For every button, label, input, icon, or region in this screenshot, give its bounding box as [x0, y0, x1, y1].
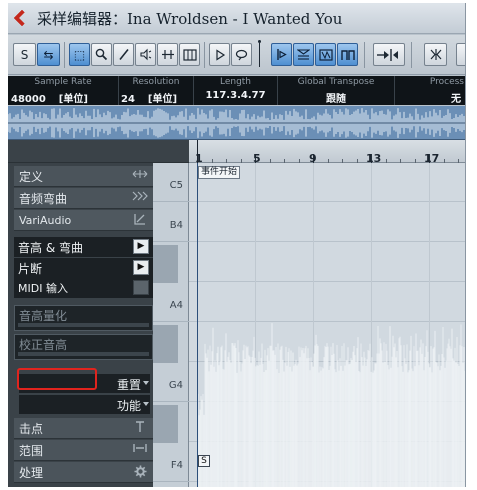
- segments-item[interactable]: 片断 ▶: [14, 258, 153, 278]
- definition-arrows-icon: [131, 169, 149, 183]
- event-start-marker[interactable]: 事件开始: [198, 166, 241, 179]
- resolution-unit: [单位]: [147, 94, 178, 105]
- toolbar-divider: [204, 42, 205, 68]
- show-events-button[interactable]: [315, 43, 336, 66]
- inspector-hitpoints-section[interactable]: 击点: [14, 418, 153, 439]
- more-tools-button[interactable]: [456, 43, 465, 66]
- note-label: G4: [168, 380, 183, 391]
- audio-waveform: [197, 323, 465, 487]
- snap-zero-icon: [276, 49, 287, 60]
- edit-position-button[interactable]: [424, 43, 447, 66]
- note-label: A4: [169, 300, 183, 311]
- grid-view-icon: [182, 48, 197, 61]
- sample-rate-value: 48000: [11, 94, 46, 105]
- loop-icon: [235, 49, 248, 60]
- region-icon: [297, 49, 310, 60]
- inspector-process-section[interactable]: 处理: [14, 462, 153, 483]
- toolbar-divider: [364, 42, 365, 68]
- pencil-icon: [118, 49, 129, 60]
- warp-chevrons-icon: [131, 191, 149, 205]
- zoom-icon: [95, 48, 108, 61]
- sample-editor-window: 采样编辑器：Ina Wroldsen - I Wanted You S ⇆ ⬚: [8, 3, 466, 487]
- note-label: C5: [169, 180, 183, 191]
- gear-icon: [131, 465, 149, 479]
- sample-rate-unit: [单位]: [58, 94, 88, 105]
- play-icon: [215, 48, 225, 61]
- range-select-tool[interactable]: ⬚: [69, 43, 90, 66]
- midi-input-toggle[interactable]: [133, 280, 149, 295]
- marker-icon: [340, 49, 355, 60]
- window-title: 采样编辑器：Ina Wroldsen - I Wanted You: [37, 9, 343, 28]
- auto-scroll-button[interactable]: [373, 43, 405, 66]
- inspector-range-section[interactable]: 范围: [14, 440, 153, 461]
- length-value: 117.3.4.77: [205, 90, 266, 101]
- loop-button[interactable]: [231, 43, 252, 66]
- overview-wave-graphic: [8, 108, 465, 138]
- variaudio-pitch-icon: [131, 213, 149, 227]
- inspector-definition-section[interactable]: 定义: [14, 166, 153, 187]
- toolbar-divider: [64, 42, 65, 68]
- cubase-logo-icon: [13, 9, 31, 27]
- listen-button[interactable]: ⇆: [37, 43, 60, 66]
- resolution-value: 24: [121, 94, 135, 105]
- hitpoint-icon: [131, 421, 149, 435]
- segments-play-icon[interactable]: ▶: [133, 260, 149, 275]
- pitch-keyboard[interactable]: C5 B4 A4 G4 F4: [153, 163, 189, 487]
- keyboard-dark-band: [153, 325, 178, 363]
- straighten-pitch-panel[interactable]: 校正音高: [14, 334, 153, 360]
- keyboard-dark-band: [153, 405, 178, 443]
- ruler-spacer: [8, 140, 189, 163]
- play-tool[interactable]: [135, 43, 156, 66]
- auto-scroll-icon: [377, 48, 398, 61]
- play-button[interactable]: [209, 43, 230, 66]
- zoom-tool[interactable]: [91, 43, 112, 66]
- sustain-marker[interactable]: S: [198, 455, 210, 467]
- functions-menu[interactable]: 功能: [19, 395, 150, 415]
- events-icon: [318, 48, 333, 61]
- edit-position-icon: [430, 49, 441, 60]
- quantize-pitch-slider[interactable]: [18, 323, 149, 327]
- straighten-pitch-slider[interactable]: [18, 352, 149, 356]
- toolbar-divider: [411, 42, 412, 68]
- note-label: F4: [170, 460, 183, 471]
- speaker-icon: [140, 48, 152, 61]
- resolution-cell[interactable]: Resolution 24 [单位]: [119, 76, 194, 105]
- inspector-variaudio-section[interactable]: VariAudio: [14, 210, 153, 231]
- note-label: B4: [169, 220, 183, 231]
- title-bar: 采样编辑器：Ina Wroldsen - I Wanted You: [8, 3, 465, 34]
- event-start-line: [197, 163, 198, 487]
- quantize-pitch-panel[interactable]: 音高量化: [14, 305, 153, 331]
- pitch-warp-item[interactable]: 音高 & 弯曲 ▶: [14, 237, 153, 257]
- event-display[interactable]: 事件开始 S: [189, 163, 465, 487]
- process-cell[interactable]: Process 无: [395, 76, 465, 105]
- snap-zero-button[interactable]: [271, 43, 292, 66]
- keyboard-dark-band: [153, 245, 178, 283]
- view-tool[interactable]: [179, 43, 200, 66]
- length-cell[interactable]: Length 117.3.4.77: [194, 76, 278, 105]
- pitch-warp-play-icon[interactable]: ▶: [133, 239, 149, 254]
- overview-waveform[interactable]: [8, 106, 465, 140]
- process-value: 无: [451, 94, 461, 105]
- midi-input-item[interactable]: MIDI 输入: [14, 278, 153, 298]
- scrub-tool[interactable]: [157, 43, 178, 66]
- reset-dropdown-icon: [143, 381, 149, 385]
- marker-button[interactable]: [337, 43, 358, 66]
- global-transpose-cell[interactable]: Global Transpose 跟随: [278, 76, 395, 105]
- sample-rate-cell[interactable]: Sample Rate 48000 [单位]: [8, 76, 119, 105]
- pencil-tool[interactable]: [113, 43, 134, 66]
- solo-button[interactable]: S: [13, 43, 36, 66]
- toolbar-handle[interactable]: [258, 40, 261, 70]
- scrub-icon: [161, 50, 174, 59]
- range-icon: [131, 443, 149, 457]
- show-region-button[interactable]: [293, 43, 314, 66]
- bar-ruler[interactable]: 1 5 9 13 17: [189, 140, 465, 165]
- global-transpose-value: 跟随: [326, 94, 346, 105]
- inspector-panel: 定义 音频弯曲 VariAudio 音高 & 弯曲 ▶ 片断 ▶ MIDI 输入…: [8, 163, 153, 487]
- toolbar: S ⇆ ⬚: [8, 35, 465, 75]
- variaudio-highlight: [17, 368, 97, 390]
- info-line: Sample Rate 48000 [单位] Resolution 24 [单位] …: [8, 76, 465, 105]
- functions-dropdown-icon: [143, 402, 149, 406]
- inspector-audio-warp-section[interactable]: 音频弯曲: [14, 188, 153, 209]
